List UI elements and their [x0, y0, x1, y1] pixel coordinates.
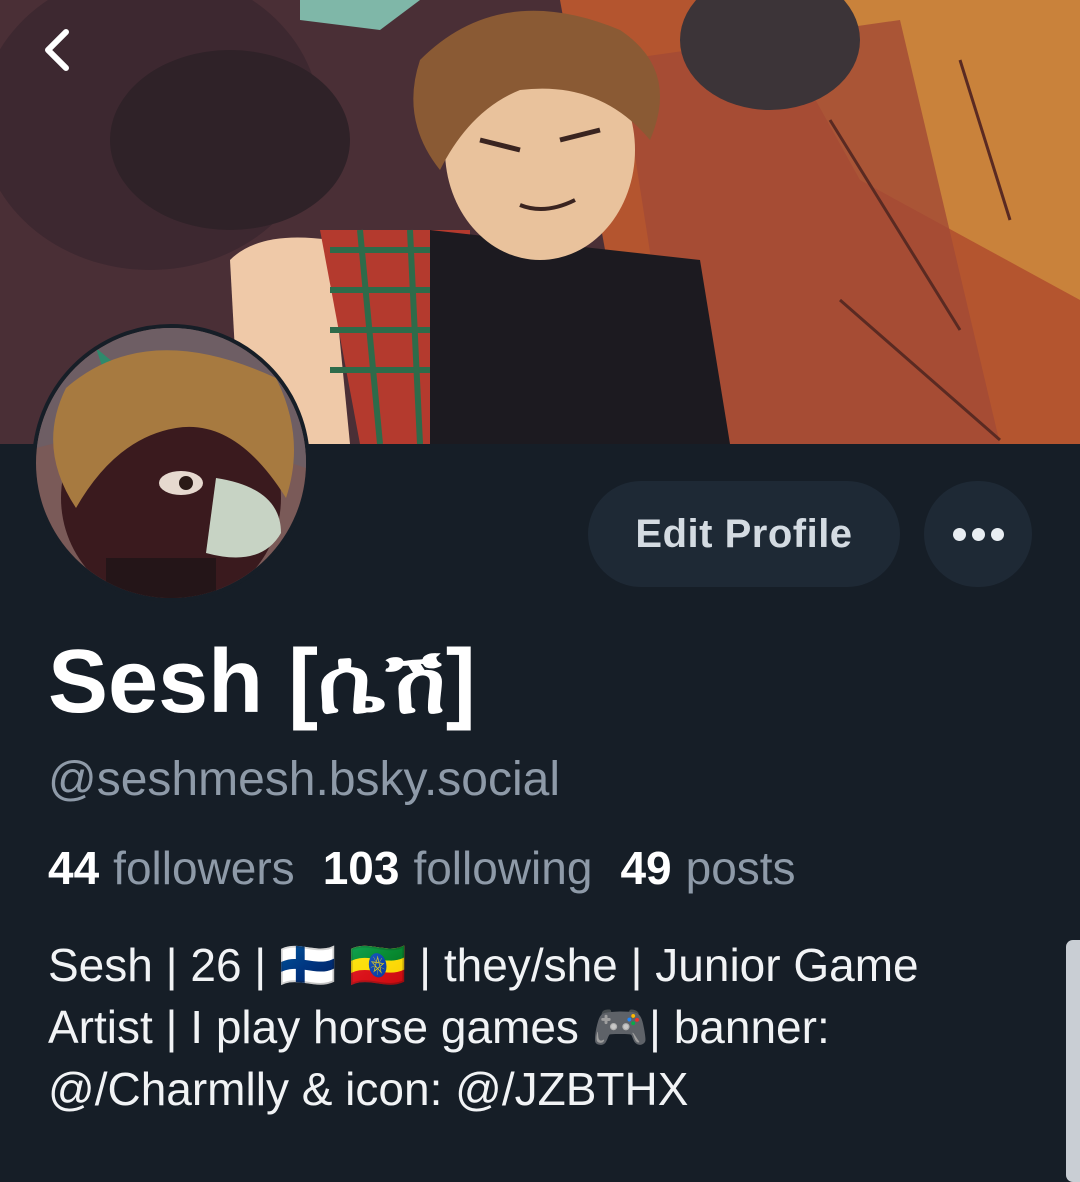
profile-bio: Sesh | 26 | 🇫🇮 🇪🇹 | they/she | Junior Ga…: [48, 934, 1008, 1120]
avatar[interactable]: [32, 324, 310, 602]
bio-line: Artist | I play horse games 🎮| banner:: [48, 1001, 830, 1053]
edit-profile-button[interactable]: Edit Profile: [588, 481, 900, 587]
back-button[interactable]: [22, 20, 92, 84]
posts-stat: 49 posts: [620, 840, 795, 896]
display-name: Sesh [ሴሽ]: [48, 632, 476, 732]
scrollbar[interactable]: [1066, 940, 1080, 1182]
edit-profile-label: Edit Profile: [635, 511, 853, 556]
avatar-illustration: [36, 328, 306, 598]
bio-line: Sesh | 26 | 🇫🇮 🇪🇹 | they/she | Junior Ga…: [48, 939, 919, 991]
profile-stats: 44 followers 103 following 49 posts: [48, 840, 796, 896]
ellipsis-icon: [950, 527, 1007, 541]
following-stat[interactable]: 103 following: [323, 840, 593, 896]
following-label: following: [413, 842, 593, 894]
following-count: 103: [322, 842, 400, 894]
profile-screen: Edit Profile Sesh [ሴሽ] @seshmesh.bsky.so…: [0, 0, 1080, 1182]
followers-stat[interactable]: 44 followers: [48, 840, 295, 896]
chevron-left-icon: [40, 28, 74, 77]
posts-count: 49: [620, 842, 672, 894]
followers-count: 44: [48, 842, 100, 894]
profile-handle: @seshmesh.bsky.social: [48, 753, 561, 806]
posts-label: posts: [685, 842, 796, 894]
followers-label: followers: [113, 842, 295, 894]
bio-line: @/Charmlly & icon: @/JZBTHX: [48, 1063, 689, 1115]
more-options-button[interactable]: [924, 481, 1032, 587]
